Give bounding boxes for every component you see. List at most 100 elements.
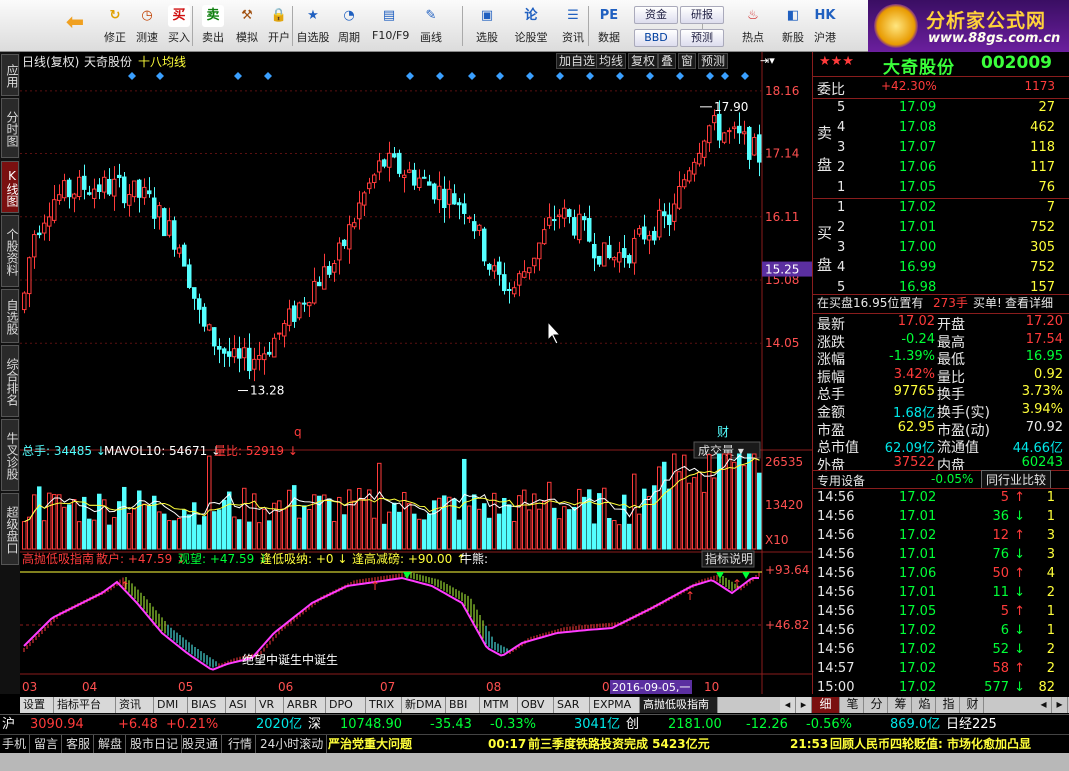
buy-price[interactable]: 17.02: [899, 200, 936, 215]
sell-price[interactable]: 17.08: [899, 120, 936, 135]
left-tab-0[interactable]: 应用: [1, 54, 19, 96]
indicator-tab-10[interactable]: 新DMA: [402, 697, 446, 713]
indicator-tab-14[interactable]: SAR: [554, 697, 590, 713]
left-tab-7[interactable]: 超级盘口: [1, 493, 19, 565]
quote-tab-6[interactable]: 财: [962, 697, 984, 713]
star-toolbar-button[interactable]: ★ 自选股: [296, 2, 330, 50]
kline-chart-svg[interactable]: 18.1617.1416.1115.0814.0515.2517.9013.28…: [20, 52, 812, 694]
indicator-tab-4[interactable]: BIAS: [188, 697, 226, 713]
indicator-tab-0[interactable]: 设置: [20, 697, 54, 713]
toolbar-label: 买入: [168, 31, 190, 44]
chart-tab-0[interactable]: 加自选: [556, 53, 599, 69]
notice-link[interactable]: 查看详细: [1005, 294, 1053, 313]
left-tab-6[interactable]: 牛叉诊股: [1, 419, 19, 491]
buy-price[interactable]: 17.01: [899, 220, 936, 235]
chart-tab-5[interactable]: 预测: [698, 53, 729, 69]
indicator-tab-13[interactable]: OBV: [518, 697, 554, 713]
indicator-tab-8[interactable]: DPO: [326, 697, 366, 713]
lock-toolbar-button[interactable]: 🔒 开户: [262, 2, 296, 50]
indicator-tab-6[interactable]: VR: [256, 697, 284, 713]
news-toolbar-button[interactable]: ☰ 资讯: [556, 2, 590, 50]
quote-tab-left-icon[interactable]: ◂: [1036, 697, 1052, 713]
news-headline-2[interactable]: 前三季度铁路投资完成 5423亿元: [528, 735, 710, 753]
left-tab-3[interactable]: 个股资料: [1, 215, 19, 287]
forum-toolbar-button[interactable]: 论论股堂: [514, 2, 548, 50]
left-tab-2[interactable]: K线图: [1, 161, 19, 213]
sell-level: 2: [837, 160, 846, 175]
status-link-6[interactable]: 行情: [228, 735, 257, 753]
left-tab-1[interactable]: 分时图: [1, 98, 19, 158]
date-tag-label: 2016-09-05,一: [612, 681, 690, 694]
volume-bar: [677, 471, 682, 550]
buy-price[interactable]: 17.00: [899, 240, 936, 255]
tab-scroll-left-icon[interactable]: ◂: [780, 697, 796, 713]
news-headline-1[interactable]: 严治党重大问题: [328, 735, 412, 753]
left-tab-5[interactable]: 综合排名: [1, 345, 19, 417]
back-arrow-toolbar-button[interactable]: ⬅: [58, 2, 92, 50]
buy-toolbar-button[interactable]: 买买入: [162, 2, 196, 50]
notice-pre: 在买盘16.95位置有: [817, 296, 924, 310]
chart-tab-1[interactable]: 均线: [596, 53, 627, 69]
yuce-button[interactable]: 预测: [680, 29, 724, 47]
news-headline-3[interactable]: 回顾人民币四轮贬值: 市场化愈加凸显: [830, 735, 1068, 753]
indicator-tab-1[interactable]: 指标平台: [54, 697, 116, 713]
buy-price[interactable]: 16.99: [899, 260, 936, 275]
status-link-3[interactable]: 解盘: [98, 735, 127, 753]
sell-toolbar-button[interactable]: 卖卖出: [196, 2, 230, 50]
indicator-tab-16[interactable]: 高抛低吸指南: [640, 697, 718, 713]
chart-tab-3[interactable]: 叠: [658, 53, 677, 69]
indicator-tab-2[interactable]: 资讯: [116, 697, 154, 713]
bbd-button[interactable]: BBD: [634, 29, 678, 47]
indicator-tab-3[interactable]: DMI: [154, 697, 188, 713]
indicator-tab-11[interactable]: BBI: [446, 697, 480, 713]
status-link-5[interactable]: 股灵通: [182, 735, 223, 753]
buy-price[interactable]: 16.98: [899, 280, 936, 295]
candle: [582, 216, 587, 221]
signal-diamond: [496, 72, 504, 80]
screen-toolbar-button[interactable]: ▣ 选股: [470, 2, 504, 50]
tab-scroll-right-icon[interactable]: ▸: [796, 697, 812, 713]
refresh-toolbar-button[interactable]: ↻ 修正: [98, 2, 132, 50]
quote-tab-5[interactable]: 指: [938, 697, 960, 713]
zijin-button[interactable]: 资金: [634, 6, 678, 24]
quote-tab-3[interactable]: 筹: [890, 697, 912, 713]
hot-toolbar-button[interactable]: ♨ 热点: [736, 2, 770, 50]
clock-cycle-toolbar-button[interactable]: ◔ 周期: [332, 2, 366, 50]
candle: [112, 178, 117, 197]
status-link-0[interactable]: 手机: [2, 735, 31, 753]
quote-tab-4[interactable]: 焰: [914, 697, 936, 713]
sell-price[interactable]: 17.05: [899, 180, 936, 195]
indicator-tab-9[interactable]: TRIX: [366, 697, 402, 713]
pen-toolbar-button[interactable]: ✎ 画线: [414, 2, 448, 50]
indicator-tab-12[interactable]: MTM: [480, 697, 518, 713]
status-link-7[interactable]: 24小时滚动: [260, 735, 328, 753]
f10-toolbar-button[interactable]: ▤ F10/F9: [372, 2, 409, 50]
sell-price[interactable]: 17.06: [899, 160, 936, 175]
buy-notice[interactable]: 在买盘16.95位置有 273手 买单! 查看详细: [813, 294, 1069, 313]
quote-tab-1[interactable]: 笔: [842, 697, 864, 713]
status-link-4[interactable]: 股市日记: [130, 735, 183, 753]
hk-toolbar-button[interactable]: HK 沪港: [808, 2, 842, 50]
yanbao-button[interactable]: 研报: [680, 6, 724, 24]
indicator-tab-15[interactable]: EXPMA: [590, 697, 640, 713]
left-tab-4[interactable]: 自选股: [1, 289, 19, 343]
sell-price[interactable]: 17.07: [899, 140, 936, 155]
clock-toolbar-button[interactable]: ◷ 测速: [130, 2, 164, 50]
kline-chart-area[interactable]: 18.16 17.14 16.11 15.08 14.05 15.25 17.90 13.28…: [20, 52, 812, 694]
sell-price[interactable]: 17.09: [899, 100, 936, 115]
indicator-tab-5[interactable]: ASI: [226, 697, 256, 713]
ipo-toolbar-button[interactable]: ◧ 新股: [776, 2, 810, 50]
quote-tab-right-icon[interactable]: ▸: [1052, 697, 1068, 713]
industry-compare-button[interactable]: 同行业比较: [981, 470, 1052, 489]
quote-tab-0[interactable]: 细: [812, 697, 840, 713]
pe-toolbar-button[interactable]: PE 数据: [592, 2, 626, 50]
status-link-1[interactable]: 留言: [34, 735, 63, 753]
chart-tab-arrow-icon[interactable]: ⇥▾: [760, 54, 775, 67]
status-link-2[interactable]: 客服: [66, 735, 95, 753]
ind-header-d: 逢高减磅: +90.00 ↑: [352, 551, 466, 566]
quote-tab-2[interactable]: 分: [866, 697, 888, 713]
chart-tab-4[interactable]: 窗: [678, 53, 697, 69]
indicator-tab-7[interactable]: ARBR: [284, 697, 326, 713]
chart-tab-2[interactable]: 复权: [628, 53, 659, 69]
hammer-toolbar-button[interactable]: ⚒ 模拟: [230, 2, 264, 50]
